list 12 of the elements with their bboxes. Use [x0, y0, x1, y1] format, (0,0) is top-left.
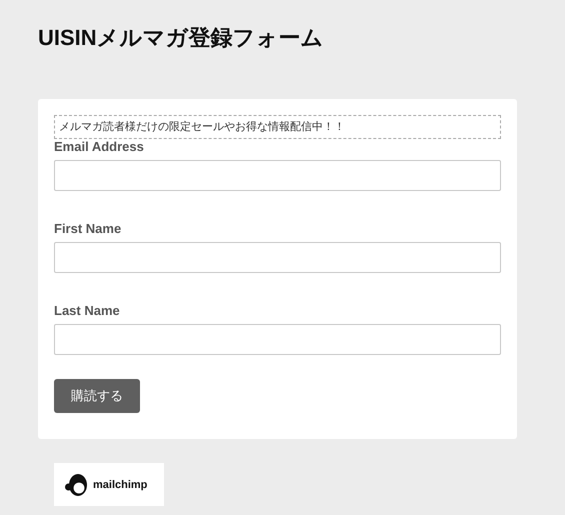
page-title: UISINメルマガ登録フォーム: [38, 24, 325, 52]
field-label: Email Address: [54, 139, 145, 155]
field-label: Last Name: [54, 303, 121, 319]
mailchimp-badge[interactable]: mailchimp: [54, 463, 164, 506]
input-field[interactable]: [54, 324, 501, 355]
input-field[interactable]: [54, 160, 501, 191]
input-field[interactable]: [54, 242, 501, 273]
notice-text: メルマガ読者様だけの限定セールやお得な情報配信中！！: [54, 115, 501, 139]
subscribe-button[interactable]: 購読する: [54, 379, 140, 413]
head-icon: [64, 472, 90, 498]
brand-name: mailchimp: [93, 478, 148, 490]
field-label: First Name: [54, 221, 122, 237]
